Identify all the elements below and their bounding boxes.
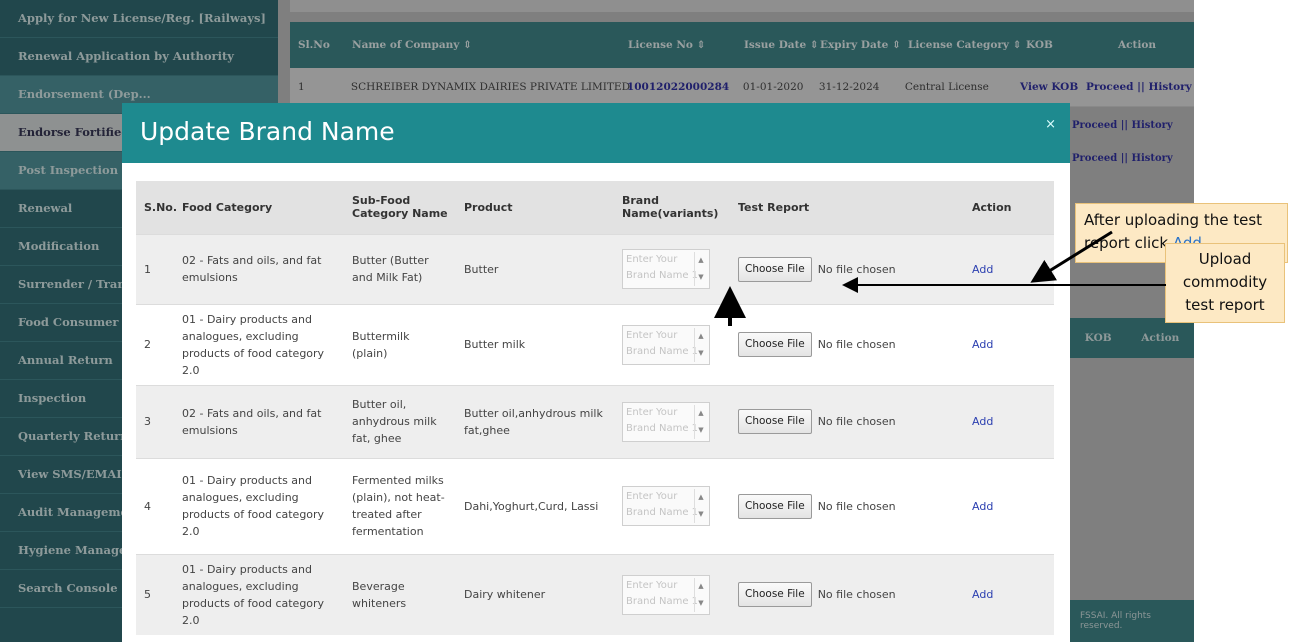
- row-brand-cell: ▲▼: [614, 553, 730, 635]
- choose-file-button[interactable]: Choose File: [738, 332, 812, 357]
- table-row: 4 01 - Dairy products and analogues, exc…: [136, 457, 1054, 554]
- brand-name-textarea[interactable]: [623, 325, 701, 366]
- no-file-label: No file chosen: [817, 262, 896, 276]
- row-food-category: 01 - Dairy products and analogues, exclu…: [174, 553, 344, 635]
- brand-table-header: S.No. Food Category Sub-Food Category Na…: [136, 181, 1054, 234]
- row-sub-food: Fermented milks (plain), not heat-treate…: [344, 457, 456, 554]
- row-brand-cell: ▲▼: [614, 233, 730, 304]
- row-test-report: Choose File No file chosen: [730, 233, 964, 304]
- row-brand-cell: ▲▼: [614, 384, 730, 458]
- choose-file-button[interactable]: Choose File: [738, 493, 812, 519]
- choose-file-button[interactable]: Choose File: [738, 409, 812, 434]
- brand-table: S.No. Food Category Sub-Food Category Na…: [136, 181, 1054, 635]
- add-link[interactable]: Add: [972, 415, 993, 428]
- row-test-report: Choose File No file chosen: [730, 384, 964, 458]
- choose-file-button[interactable]: Choose File: [738, 256, 812, 282]
- row-product: Dahi,Yoghurt,Curd, Lassi: [456, 457, 614, 554]
- row-brand-cell: ▲▼: [614, 457, 730, 554]
- no-file-label: No file chosen: [817, 338, 896, 351]
- no-file-label: No file chosen: [817, 499, 896, 513]
- callout-upload-report: Upload commodity test report: [1165, 243, 1285, 323]
- modal-body: S.No. Food Category Sub-Food Category Na…: [136, 181, 1054, 635]
- row-product: Butter: [456, 233, 614, 304]
- row-action: Add: [964, 457, 1054, 554]
- row-action: Add: [964, 303, 1054, 385]
- table-row: 3 02 - Fats and oils, and fat emulsions …: [136, 384, 1054, 458]
- add-link[interactable]: Add: [972, 500, 993, 513]
- row-sno: 2: [136, 303, 174, 385]
- no-file-label: No file chosen: [817, 415, 896, 428]
- add-link[interactable]: Add: [972, 338, 993, 351]
- brand-name-input[interactable]: ▲▼: [622, 574, 710, 616]
- row-sub-food: Butter oil, anhydrous milk fat, ghee: [344, 384, 456, 458]
- header-product: Product: [456, 181, 614, 234]
- row-sub-food: Butter (Butter and Milk Fat): [344, 233, 456, 304]
- row-food-category: 02 - Fats and oils, and fat emulsions: [174, 233, 344, 304]
- row-sub-food: Beverage whiteners: [344, 553, 456, 635]
- brand-name-input[interactable]: ▲▼: [622, 401, 710, 443]
- row-food-category: 01 - Dairy products and analogues, exclu…: [174, 303, 344, 385]
- row-action: Add: [964, 384, 1054, 458]
- row-action: Add: [964, 233, 1054, 304]
- spinner-icon[interactable]: ▲ ▼: [694, 252, 707, 286]
- header-action: Action: [964, 181, 1054, 234]
- table-row: 2 01 - Dairy products and analogues, exc…: [136, 303, 1054, 385]
- header-test-report: Test Report: [730, 181, 964, 234]
- row-sno: 1: [136, 233, 174, 304]
- brand-name-input[interactable]: ▲▼: [622, 324, 710, 366]
- row-sub-food: Buttermilk (plain): [344, 303, 456, 385]
- table-row: 1 02 - Fats and oils, and fat emulsions …: [136, 233, 1054, 304]
- modal-header: Update Brand Name ×: [122, 103, 1070, 163]
- modal-title: Update Brand Name: [140, 117, 395, 146]
- row-food-category: 01 - Dairy products and analogues, exclu…: [174, 457, 344, 554]
- brand-name-textarea[interactable]: [623, 575, 701, 616]
- header-sno: S.No.: [136, 181, 177, 234]
- header-sub-food: Sub-Food Category Name: [344, 181, 456, 234]
- row-product: Butter oil,anhydrous milk fat,ghee: [456, 384, 614, 458]
- row-product: Dairy whitener: [456, 553, 614, 635]
- table-row: 5 01 - Dairy products and analogues, exc…: [136, 553, 1054, 635]
- callout-upload-text: Upload commodity test report: [1182, 250, 1268, 314]
- brand-name-input[interactable]: ▲▼: [622, 249, 710, 290]
- brand-name-textarea[interactable]: [623, 487, 701, 527]
- add-link[interactable]: Add: [972, 263, 993, 276]
- brand-table-body: 1 02 - Fats and oils, and fat emulsions …: [136, 233, 1054, 635]
- update-brand-modal: Update Brand Name × S.No. Food Category …: [122, 103, 1070, 642]
- header-food-category: Food Category: [174, 181, 344, 234]
- no-file-label: No file chosen: [817, 588, 896, 601]
- add-link[interactable]: Add: [972, 588, 993, 601]
- brand-name-input[interactable]: ▲▼: [622, 486, 710, 527]
- spinner-icon[interactable]: ▲ ▼: [694, 404, 707, 439]
- row-sno: 5: [136, 553, 174, 635]
- row-test-report: Choose File No file chosen: [730, 553, 964, 635]
- row-sno: 4: [136, 457, 174, 554]
- spinner-icon[interactable]: ▲ ▼: [694, 577, 707, 612]
- row-sno: 3: [136, 384, 174, 458]
- row-product: Butter milk: [456, 303, 614, 385]
- choose-file-button[interactable]: Choose File: [738, 582, 812, 607]
- header-brand: Brand Name(variants): [614, 181, 730, 234]
- row-test-report: Choose File No file chosen: [730, 303, 964, 385]
- row-food-category: 02 - Fats and oils, and fat emulsions: [174, 384, 344, 458]
- brand-name-textarea[interactable]: [623, 402, 701, 443]
- row-test-report: Choose File No file chosen: [730, 457, 964, 554]
- row-brand-cell: ▲▼: [614, 303, 730, 385]
- close-icon[interactable]: ×: [1045, 117, 1056, 132]
- brand-name-textarea[interactable]: [623, 250, 701, 290]
- spinner-icon[interactable]: ▲ ▼: [694, 327, 707, 362]
- row-action: Add: [964, 553, 1054, 635]
- spinner-icon[interactable]: ▲ ▼: [694, 489, 707, 523]
